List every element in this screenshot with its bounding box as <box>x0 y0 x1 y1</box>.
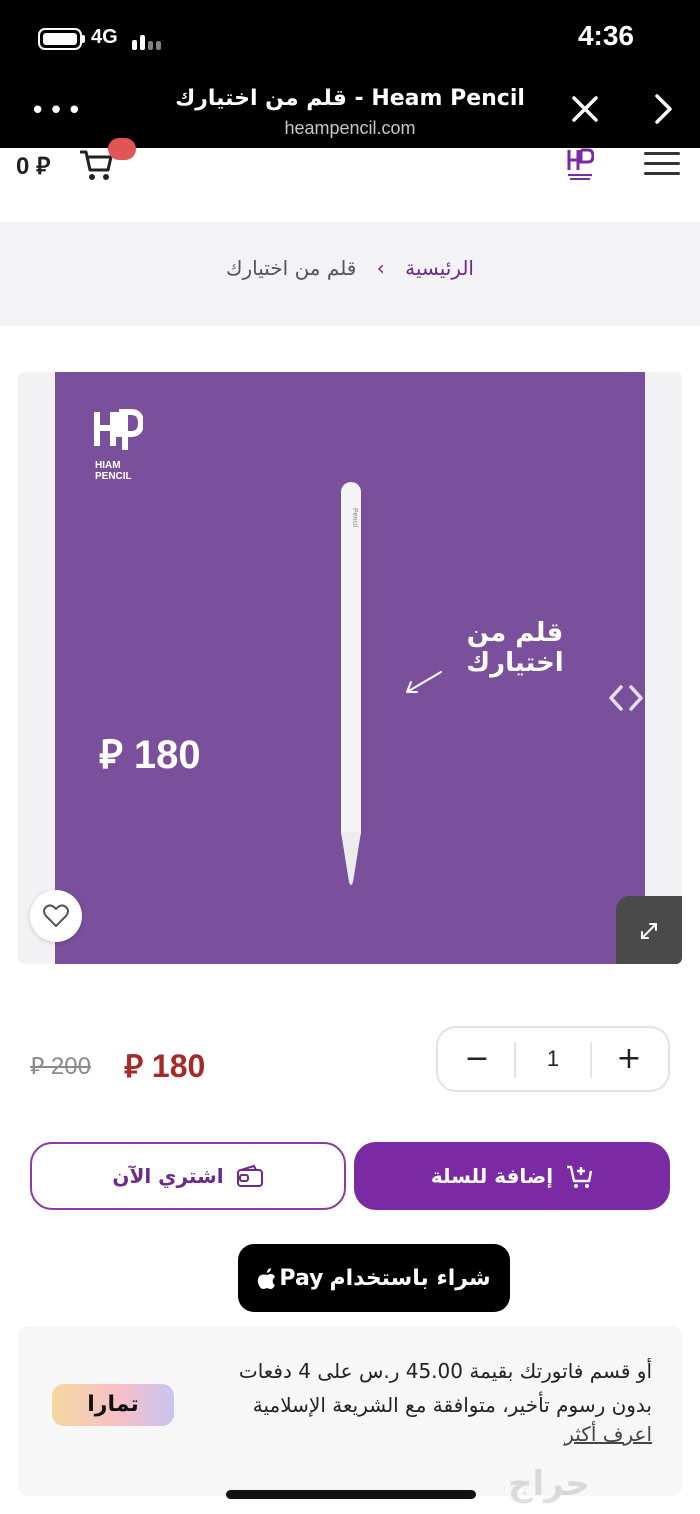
expand-icon <box>641 923 657 939</box>
add-to-cart-label: إضافة للسلة <box>430 1164 554 1188</box>
pencil-illustration: Pencil <box>341 482 361 885</box>
increase-quantity-button[interactable]: + <box>596 1036 662 1082</box>
sale-price: ⃁ 180 <box>124 1048 206 1084</box>
pencil-text: Pencil <box>351 508 358 528</box>
breadcrumb: الرئيسية › قلم من اختيارك <box>0 222 700 326</box>
image-price-tag: ⃁ 180 <box>99 733 201 777</box>
old-price: ⃁ 200 <box>30 1053 91 1080</box>
battery-icon <box>38 28 82 50</box>
apple-logo-icon <box>258 1268 276 1289</box>
breadcrumb-current: قلم من اختيارك <box>226 256 357 280</box>
fullscreen-button[interactable] <box>616 896 682 964</box>
battery-nub <box>82 35 85 43</box>
tamara-logo: تمارا <box>52 1384 174 1426</box>
breadcrumb-separator: › <box>376 256 385 280</box>
wallet-icon <box>236 1164 263 1187</box>
clock: 4:36 <box>577 20 634 51</box>
buy-now-label: اشتري الآن <box>112 1164 224 1188</box>
close-icon[interactable] <box>568 92 602 126</box>
cart-badge <box>108 138 136 160</box>
signal-icon <box>132 28 164 50</box>
watermark: حراج <box>508 1464 590 1504</box>
site-header: 0 ⃁ <box>0 138 700 220</box>
add-to-cart-icon <box>567 1165 593 1188</box>
wishlist-button[interactable] <box>30 890 82 942</box>
installment-prefix: أو قسم فاتورتك بقيمة <box>469 1359 652 1383</box>
apple-pay-brand-text: Pay <box>279 1265 324 1291</box>
brand-logo-icon <box>94 409 143 450</box>
chevron-right-icon[interactable] <box>646 92 680 126</box>
heart-icon <box>43 904 69 927</box>
apple-pay-brand: Pay <box>257 1266 323 1291</box>
installment-suffix: ر.س على 4 دفعات <box>238 1359 400 1383</box>
installment-amount: 45.00 <box>405 1359 463 1383</box>
browser-bar: ••• قلم من اختيارك - Heam Pencil heampen… <box>0 76 700 148</box>
breadcrumb-home[interactable]: الرئيسية <box>405 256 474 280</box>
page-title: قلم من اختيارك - Heam Pencil <box>175 86 525 111</box>
page-url[interactable]: heampencil.com <box>150 118 550 139</box>
learn-more-link[interactable]: اعرف أكثر <box>564 1422 652 1446</box>
hamburger-menu-icon[interactable] <box>644 152 680 178</box>
quantity-stepper: − 1 + <box>436 1026 670 1092</box>
quantity-value[interactable]: 1 <box>514 1042 592 1078</box>
image-headline: قلم من اختيارك <box>466 618 564 678</box>
product-gallery[interactable]: HIAM PENCIL Pencil قلم من اختيارك ⃁ 180 <box>18 372 682 964</box>
home-indicator <box>226 1490 476 1499</box>
buy-now-button[interactable]: اشتري الآن <box>30 1142 346 1210</box>
price-row: ⃁ 200 ⃁ 180 − 1 + <box>0 1026 700 1094</box>
code-brackets-icon[interactable] <box>608 680 644 716</box>
more-options-icon[interactable]: ••• <box>30 96 85 126</box>
product-image: HIAM PENCIL Pencil قلم من اختيارك ⃁ 180 <box>55 372 645 964</box>
add-to-cart-button[interactable]: إضافة للسلة <box>354 1142 670 1210</box>
product-actions: اشتري الآن إضافة للسلة <box>0 1142 700 1212</box>
installment-text: أو قسم فاتورتك بقيمة 45.00 ر.س على 4 دفع… <box>182 1354 652 1422</box>
installment-note: بدون رسوم تأخير، متوافقة مع الشريعة الإس… <box>252 1393 652 1417</box>
apple-pay-button[interactable]: شراء باستخدام Pay <box>238 1244 510 1312</box>
arrow-icon <box>406 671 442 693</box>
apple-pay-label: شراء باستخدام <box>329 1265 491 1291</box>
status-bar: 4G 4:36 <box>0 0 700 76</box>
brand-name: HIAM PENCIL <box>95 460 132 482</box>
cart-total[interactable]: 0 ⃁ <box>16 150 50 181</box>
network-label: 4G <box>91 26 118 48</box>
decrease-quantity-button[interactable]: − <box>444 1036 510 1082</box>
site-logo[interactable] <box>566 148 594 182</box>
